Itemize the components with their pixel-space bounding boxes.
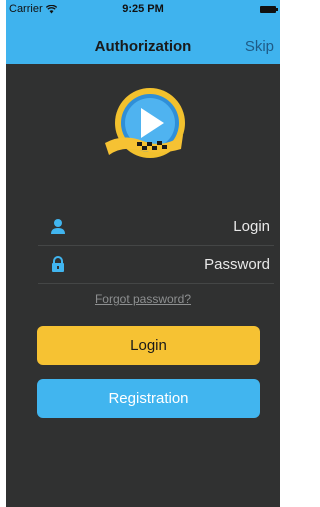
login-button[interactable]: Login	[37, 326, 260, 365]
skip-button[interactable]: Skip	[245, 38, 274, 55]
page-title: Authorization	[94, 38, 192, 55]
status-bar: Carrier 9:25 PM	[6, 0, 280, 20]
app-screen: Carrier 9:25 PM Authorization Skip Login…	[6, 0, 280, 507]
password-field	[38, 246, 274, 282]
forgot-password-link[interactable]: Forgot password?	[6, 292, 280, 306]
battery-icon	[260, 6, 278, 13]
registration-button[interactable]: Registration	[37, 379, 260, 418]
field-divider	[38, 283, 274, 284]
login-input[interactable]	[82, 208, 274, 244]
status-time: 9:25 PM	[122, 3, 164, 15]
play-taxi-logo-icon	[105, 88, 185, 158]
login-field	[38, 208, 274, 244]
password-input[interactable]	[82, 246, 274, 282]
user-icon	[51, 219, 65, 234]
lock-icon	[52, 256, 64, 272]
navigation-bar: Carrier 9:25 PM Authorization Skip	[6, 0, 280, 64]
